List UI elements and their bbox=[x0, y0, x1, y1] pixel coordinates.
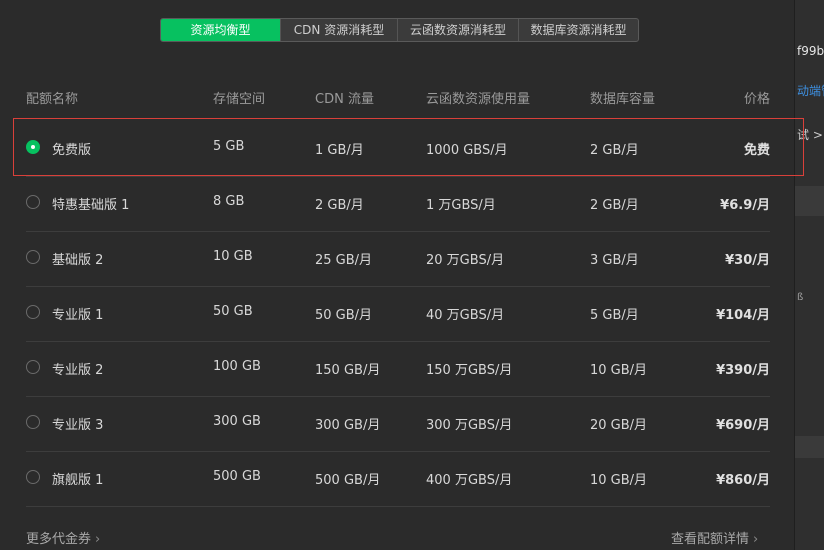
more-coupons-link[interactable]: 更多代金券 › bbox=[26, 528, 100, 547]
radio-button[interactable] bbox=[26, 195, 40, 209]
function-value: 400 万GBS/月 bbox=[426, 473, 513, 488]
database-value: 5 GB/月 bbox=[590, 308, 639, 323]
tab-balanced[interactable]: 资源均衡型 bbox=[161, 19, 280, 41]
radio-button[interactable] bbox=[26, 305, 40, 319]
background-block bbox=[795, 186, 824, 216]
background-link-text: 动端管 bbox=[797, 84, 824, 98]
background-text-small: ß bbox=[797, 292, 804, 303]
price-value: ¥860/月 bbox=[716, 473, 770, 488]
table-row[interactable]: 专业版 1 50 GB 50 GB/月 40 万GBS/月 5 GB/月 ¥10… bbox=[26, 286, 770, 342]
background-text-test: 试 > bbox=[797, 128, 823, 142]
quota-name: 基础版 2 bbox=[52, 253, 104, 268]
tab-cdn-intensive[interactable]: CDN 资源消耗型 bbox=[280, 19, 397, 41]
table-row[interactable]: 基础版 2 10 GB 25 GB/月 20 万GBS/月 3 GB/月 ¥30… bbox=[26, 231, 770, 287]
function-value: 1000 GBS/月 bbox=[426, 143, 508, 158]
database-value: 20 GB/月 bbox=[590, 418, 648, 433]
function-value: 20 万GBS/月 bbox=[426, 253, 505, 268]
database-value: 3 GB/月 bbox=[590, 253, 639, 268]
quota-name: 特惠基础版 1 bbox=[52, 198, 130, 213]
quota-name: 专业版 3 bbox=[52, 418, 104, 433]
table-row[interactable]: 特惠基础版 1 8 GB 2 GB/月 1 万GBS/月 2 GB/月 ¥6.9… bbox=[26, 176, 770, 232]
table-row[interactable]: 专业版 2 100 GB 150 GB/月 150 万GBS/月 10 GB/月… bbox=[26, 341, 770, 397]
cdn-value: 25 GB/月 bbox=[315, 253, 373, 268]
header-function-usage: 云函数资源使用量 bbox=[426, 92, 531, 107]
header-quota-name: 配额名称 bbox=[26, 92, 79, 107]
price-value: ¥6.9/月 bbox=[720, 198, 770, 213]
header-price: 价格 bbox=[743, 92, 770, 107]
quota-name: 专业版 2 bbox=[52, 363, 104, 378]
storage-value: 50 GB bbox=[213, 304, 253, 319]
database-value: 2 GB/月 bbox=[590, 143, 639, 158]
cdn-value: 50 GB/月 bbox=[315, 308, 373, 323]
more-coupons-label: 更多代金券 bbox=[26, 532, 92, 547]
table-row[interactable]: 旗舰版 1 500 GB 500 GB/月 400 万GBS/月 10 GB/月… bbox=[26, 451, 770, 507]
price-value: ¥104/月 bbox=[716, 308, 770, 323]
storage-value: 300 GB bbox=[213, 414, 261, 429]
cdn-value: 300 GB/月 bbox=[315, 418, 381, 433]
cdn-value: 1 GB/月 bbox=[315, 143, 364, 158]
database-value: 2 GB/月 bbox=[590, 198, 639, 213]
header-database: 数据库容量 bbox=[590, 92, 656, 107]
price-value: ¥30/月 bbox=[725, 253, 770, 268]
radio-button[interactable] bbox=[26, 415, 40, 429]
plan-type-tabs: 资源均衡型 CDN 资源消耗型 云函数资源消耗型 数据库资源消耗型 bbox=[160, 18, 639, 42]
database-value: 10 GB/月 bbox=[590, 363, 648, 378]
price-value: 免费 bbox=[743, 143, 770, 158]
database-value: 10 GB/月 bbox=[590, 473, 648, 488]
radio-button[interactable] bbox=[26, 140, 40, 154]
header-storage: 存储空间 bbox=[213, 92, 266, 107]
chevron-right-icon: › bbox=[95, 532, 101, 547]
function-value: 150 万GBS/月 bbox=[426, 363, 513, 378]
tab-database-intensive[interactable]: 数据库资源消耗型 bbox=[518, 19, 638, 41]
table-header: 配额名称 存储空间 CDN 流量 云函数资源使用量 数据库容量 价格 bbox=[26, 88, 770, 107]
storage-value: 8 GB bbox=[213, 194, 245, 209]
storage-value: 5 GB bbox=[213, 139, 245, 154]
function-value: 1 万GBS/月 bbox=[426, 198, 496, 213]
header-cdn: CDN 流量 bbox=[315, 92, 374, 107]
quota-name: 专业版 1 bbox=[52, 308, 104, 323]
cdn-value: 2 GB/月 bbox=[315, 198, 364, 213]
table-row[interactable]: 专业版 3 300 GB 300 GB/月 300 万GBS/月 20 GB/月… bbox=[26, 396, 770, 452]
storage-value: 10 GB bbox=[213, 249, 253, 264]
quota-name: 旗舰版 1 bbox=[52, 473, 104, 488]
view-quota-details-link[interactable]: 查看配额详情 › bbox=[671, 528, 758, 547]
quota-name: 免费版 bbox=[52, 143, 92, 158]
background-text-id: f99b bbox=[797, 44, 824, 58]
function-value: 300 万GBS/月 bbox=[426, 418, 513, 433]
function-value: 40 万GBS/月 bbox=[426, 308, 505, 323]
radio-button[interactable] bbox=[26, 250, 40, 264]
radio-button[interactable] bbox=[26, 360, 40, 374]
radio-button[interactable] bbox=[26, 470, 40, 484]
background-block bbox=[795, 436, 824, 458]
price-value: ¥390/月 bbox=[716, 363, 770, 378]
chevron-right-icon: › bbox=[753, 532, 759, 547]
price-value: ¥690/月 bbox=[716, 418, 770, 433]
cdn-value: 150 GB/月 bbox=[315, 363, 381, 378]
storage-value: 100 GB bbox=[213, 359, 261, 374]
background-page-strip: f99b 动端管 试 > ß bbox=[794, 0, 824, 550]
table-row[interactable]: 免费版 5 GB 1 GB/月 1000 GBS/月 2 GB/月 免费 bbox=[26, 121, 770, 177]
view-quota-details-label: 查看配额详情 bbox=[671, 532, 750, 547]
cdn-value: 500 GB/月 bbox=[315, 473, 381, 488]
storage-value: 500 GB bbox=[213, 469, 261, 484]
tab-function-intensive[interactable]: 云函数资源消耗型 bbox=[397, 19, 518, 41]
